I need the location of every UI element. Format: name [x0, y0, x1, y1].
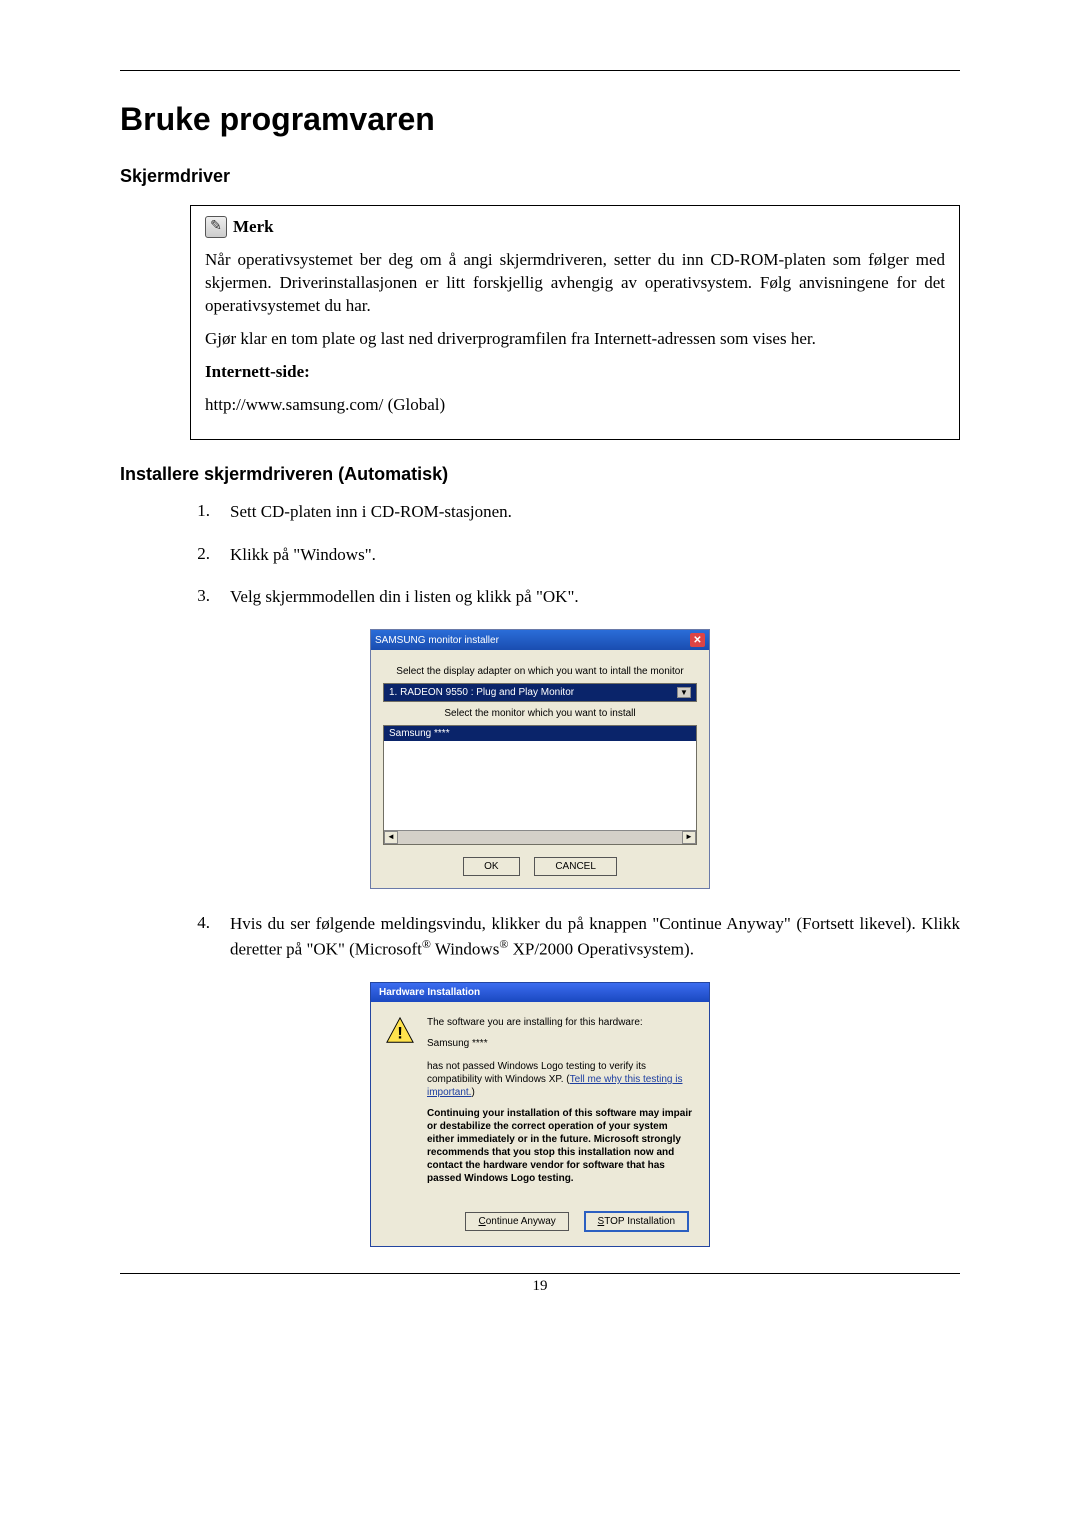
installer-screenshot: SAMSUNG monitor installer ✕ Select the d… [120, 629, 960, 889]
note-title: Merk [233, 216, 274, 239]
horizontal-scrollbar[interactable]: ◄ ► [384, 830, 696, 844]
installer-buttons: OK CANCEL [383, 857, 697, 876]
scroll-right-icon[interactable]: ► [682, 831, 696, 844]
step-text: Velg skjermmodellen din i listen og klik… [230, 586, 960, 609]
note-box: ✎ Merk Når operativsystemet ber deg om å… [190, 205, 960, 440]
step-2: 2. Klikk på "Windows". [190, 544, 960, 567]
installer-titlebar: SAMSUNG monitor installer ✕ [371, 630, 709, 650]
cancel-button[interactable]: CANCEL [534, 857, 617, 876]
warning-icon: ! [385, 1016, 415, 1046]
chevron-down-icon[interactable]: ▼ [677, 687, 691, 698]
internet-side-label: Internett-side: [205, 361, 945, 384]
hw-body: ! The software you are installing for th… [371, 1002, 709, 1205]
steps-list-cont: 4. Hvis du ser følgende meldingsvindu, k… [190, 913, 960, 962]
stop-installation-button[interactable]: STOP Installation [584, 1211, 689, 1232]
step-4: 4. Hvis du ser følgende meldingsvindu, k… [190, 913, 960, 962]
installer-line2: Select the monitor which you want to ins… [383, 708, 697, 719]
installer-body: Select the display adapter on which you … [371, 650, 709, 888]
hw-line1: The software you are installing for this… [427, 1016, 695, 1029]
steps-list: 1. Sett CD-platen inn i CD-ROM-stasjonen… [190, 501, 960, 610]
close-icon[interactable]: ✕ [690, 633, 705, 647]
bottom-rule [120, 1273, 960, 1274]
listbox-selected[interactable]: Samsung **** [384, 726, 696, 741]
continue-label: ontinue Anyway [486, 1216, 556, 1227]
step-number: 4. [190, 913, 210, 962]
step-number: 2. [190, 544, 210, 567]
installer-dialog: SAMSUNG monitor installer ✕ Select the d… [370, 629, 710, 889]
step-number: 3. [190, 586, 210, 609]
step-1: 1. Sett CD-platen inn i CD-ROM-stasjonen… [190, 501, 960, 524]
url-text: http://www.samsung.com/ (Global) [205, 394, 945, 417]
hw-device: Samsung **** [427, 1037, 695, 1050]
section-auto-install: Installere skjermdriveren (Automatisk) [120, 464, 960, 485]
step-3: 3. Velg skjermmodellen din i listen og k… [190, 586, 960, 609]
monitor-listbox[interactable]: Samsung **** ◄ ► [383, 725, 697, 845]
top-rule [120, 70, 960, 71]
hw-warning: Continuing your installation of this sof… [427, 1107, 695, 1185]
registered-icon: ® [422, 937, 431, 951]
hardware-installation-screenshot: Hardware Installation ! The software you… [120, 982, 960, 1247]
hw-titlebar: Hardware Installation [371, 983, 709, 1002]
adapter-dropdown[interactable]: 1. RADEON 9550 : Plug and Play Monitor ▼ [383, 683, 697, 702]
section-skjermdriver: Skjermdriver [120, 166, 960, 187]
step4-part-c: XP/2000 Operativsystem). [508, 940, 694, 959]
step4-part-b: Windows [431, 940, 499, 959]
scroll-left-icon[interactable]: ◄ [384, 831, 398, 844]
installer-line1: Select the display adapter on which you … [383, 666, 697, 677]
note-paragraph-2: Gjør klar en tom plate og last ned drive… [205, 328, 945, 351]
stop-label: TOP Installation [604, 1216, 675, 1227]
ok-button[interactable]: OK [463, 857, 519, 876]
page-number: 19 [120, 1278, 960, 1295]
dropdown-value: 1. RADEON 9550 : Plug and Play Monitor [389, 687, 574, 698]
note-header: ✎ Merk [205, 216, 945, 239]
step-text: Hvis du ser følgende meldingsvindu, klik… [230, 913, 960, 962]
continue-anyway-button[interactable]: Continue Anyway [465, 1212, 568, 1231]
svg-text:!: ! [397, 1023, 403, 1042]
hw-line2-b: ) [471, 1087, 474, 1098]
note-paragraph-1: Når operativsystemet ber deg om å angi s… [205, 249, 945, 318]
installer-title-text: SAMSUNG monitor installer [375, 635, 499, 646]
page-title: Bruke programvaren [120, 101, 960, 138]
note-icon: ✎ [205, 216, 227, 238]
step-number: 1. [190, 501, 210, 524]
hw-buttons: Continue Anyway STOP Installation [371, 1205, 709, 1246]
hw-text: The software you are installing for this… [427, 1016, 695, 1193]
step-text: Klikk på "Windows". [230, 544, 960, 567]
hardware-dialog: Hardware Installation ! The software you… [370, 982, 710, 1247]
hw-line2: has not passed Windows Logo testing to v… [427, 1060, 695, 1099]
step-text: Sett CD-platen inn i CD-ROM-stasjonen. [230, 501, 960, 524]
